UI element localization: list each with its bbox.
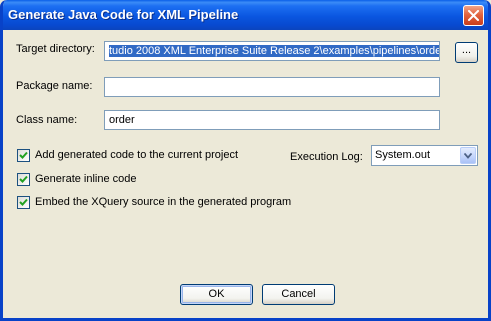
add-to-project-checkbox[interactable] xyxy=(17,149,30,162)
window-title: Generate Java Code for XML Pipeline xyxy=(8,7,239,22)
dialog-window: Generate Java Code for XML Pipeline Targ… xyxy=(0,0,491,321)
checkmark-icon xyxy=(19,175,28,183)
checkmark-icon xyxy=(19,198,28,206)
browse-button[interactable]: ... xyxy=(455,42,478,63)
package-name-label: Package name: xyxy=(16,80,93,92)
embed-xquery-checkbox[interactable] xyxy=(17,196,30,209)
checkmark-icon xyxy=(19,151,28,159)
ok-button[interactable]: OK xyxy=(180,284,253,305)
inline-code-label: Generate inline code xyxy=(35,173,137,185)
add-to-project-label: Add generated code to the current projec… xyxy=(35,149,239,161)
embed-xquery-label: Embed the XQuery source in the generated… xyxy=(35,196,292,208)
close-icon xyxy=(468,10,479,21)
target-directory-label: Target directory: xyxy=(16,43,95,55)
execution-log-label: Execution Log: xyxy=(290,151,363,163)
package-name-input[interactable] xyxy=(104,77,440,97)
title-bar[interactable]: Generate Java Code for XML Pipeline xyxy=(3,0,488,30)
close-button[interactable] xyxy=(463,5,484,26)
class-name-input[interactable]: order xyxy=(104,110,440,130)
cancel-button[interactable]: Cancel xyxy=(262,284,335,305)
chevron-down-icon xyxy=(464,153,472,159)
target-directory-value: tudio 2008 XML Enterprise Suite Release … xyxy=(109,45,439,57)
inline-code-checkbox[interactable] xyxy=(17,173,30,186)
class-name-label: Class name: xyxy=(16,114,78,126)
target-directory-input[interactable]: tudio 2008 XML Enterprise Suite Release … xyxy=(104,41,440,61)
execution-log-dropdown-button[interactable] xyxy=(460,147,476,164)
execution-log-value: System.out xyxy=(375,149,431,161)
execution-log-select[interactable]: System.out xyxy=(371,145,478,166)
class-name-value: order xyxy=(109,114,135,126)
